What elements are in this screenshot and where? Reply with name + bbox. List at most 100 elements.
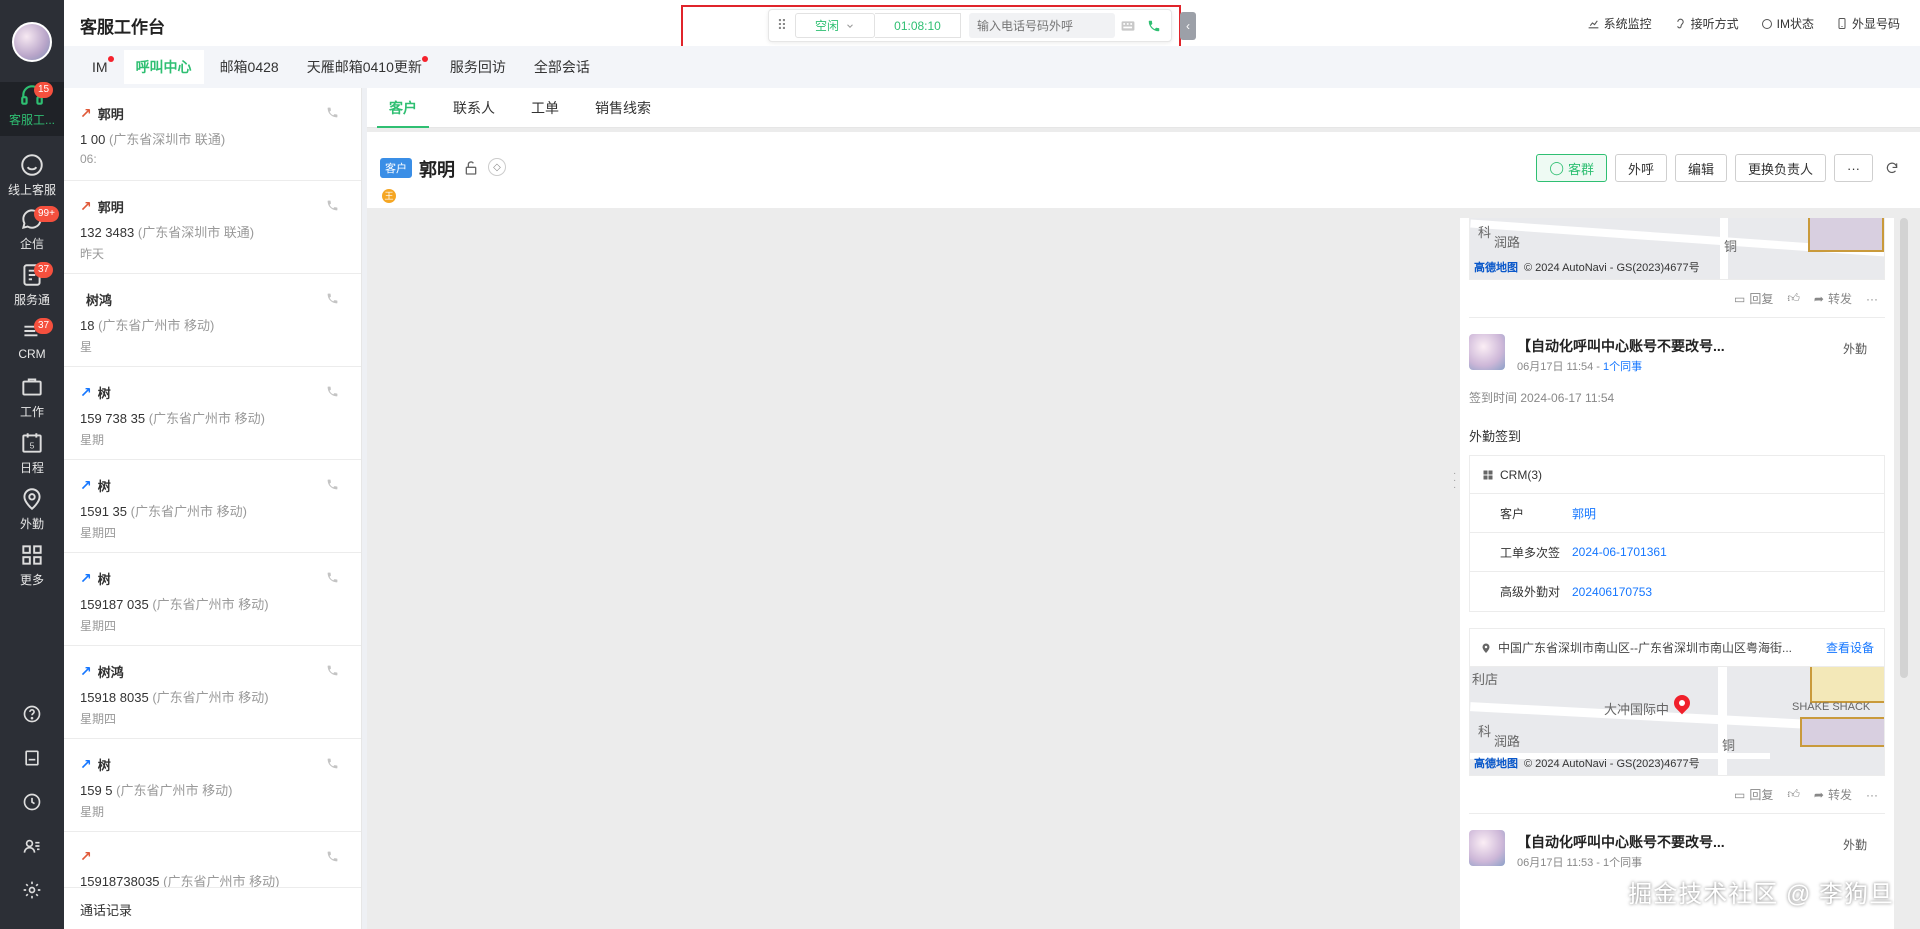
nav-item-field[interactable]: 外勤 <box>0 486 64 540</box>
call-record-item[interactable]: ↗ 树鸿 15918 8035 (广东省广州市 移动) 星期四 <box>64 646 361 739</box>
view-device-link[interactable]: 查看设备 <box>1826 639 1874 656</box>
nav-item-qixin[interactable]: 99+ 企信 <box>0 206 64 260</box>
im-status-button[interactable]: IM状态 <box>1761 15 1814 32</box>
customer-name: 郭明 <box>419 160 455 180</box>
change-owner-button[interactable]: 更换负责人 <box>1734 154 1826 182</box>
map-thumbnail[interactable]: 利店 大冲国际中 SHAKE SHACK 科 润路 铜 高德地图 © 2024 A… <box>1469 666 1885 776</box>
map-thumbnail[interactable]: 科 润路 铜 高德地图 © 2024 AutoNavi - GS(2023)467… <box>1469 218 1885 280</box>
forward-button[interactable]: ➦ 转发 <box>1814 290 1852 307</box>
agent-status-select[interactable]: 空闲 <box>795 13 875 38</box>
nav-item-crm[interactable]: 37 CRM <box>0 318 64 372</box>
phone-icon[interactable] <box>326 385 339 401</box>
left-nav: 15 客服工... 线上客服 99+ 企信 37 服务通 37 CRM 工作 5… <box>0 0 64 929</box>
forward-label: 转发 <box>1827 292 1852 306</box>
call-record-footer[interactable]: 通话记录 <box>64 887 361 929</box>
nav-item-online-service[interactable]: 线上客服 <box>0 152 64 206</box>
share-icon: ➦ <box>1813 291 1824 306</box>
activity-feed: 科 润路 铜 高德地图 © 2024 AutoNavi - GS(2023)467… <box>1460 218 1894 929</box>
chevron-left-icon: ‹ <box>1186 19 1190 33</box>
more-actions-button[interactable]: ··· <box>1834 154 1873 182</box>
call-record-list: ↗ 郭明 1 00 (广东省深圳市 联通) 06: ↗ 郭明 132 3483 (广东省深圳… <box>64 88 362 929</box>
tag-icon[interactable]: ◇ <box>488 158 506 176</box>
call-record-item[interactable]: ↗ 树 159 5 (广东省广州市 移动) 星期 <box>64 739 361 832</box>
contacts-button[interactable] <box>0 826 64 866</box>
phone-icon[interactable] <box>326 199 339 215</box>
customer-group-button[interactable]: ◯ 客群 <box>1536 154 1607 182</box>
call-record-item[interactable]: ↗ 树 1591 35 (广东省广州市 移动) 星期四 <box>64 460 361 553</box>
call-record-item[interactable]: ↗ 郭明 1 00 (广东省深圳市 联通) 06: <box>64 88 361 181</box>
nav-item-work[interactable]: 工作 <box>0 374 64 428</box>
incoming-arrow-icon: ↗ <box>80 477 92 493</box>
call-record-item[interactable]: 树鸿 18 (广东省广州市 移动) 星 <box>64 274 361 367</box>
subtab-tickets[interactable]: 工单 <box>519 88 571 128</box>
collapse-toolbar-button[interactable]: ‹ <box>1180 12 1196 40</box>
reply-button[interactable]: ▭ 回复 <box>1734 290 1773 307</box>
phone-icon[interactable] <box>326 571 339 587</box>
nav-item-service[interactable]: 37 服务通 <box>0 262 64 316</box>
crm-value-link[interactable]: 202406170753 <box>1570 585 1652 599</box>
nav-label: 企信 <box>19 237 44 251</box>
post-title[interactable]: 【自动化呼叫中心账号不要改号... <box>1517 832 1725 852</box>
colleague-link[interactable]: 1个同事 <box>1603 361 1642 373</box>
map-copyright: © 2024 AutoNavi - GS(2023)4677号 <box>1524 262 1700 274</box>
call-record-item[interactable]: ↗ 郭明 132 3483 (广东省深圳市 联通) 昨天 <box>64 181 361 274</box>
call-location: (广东省广州市 移动) <box>130 504 247 519</box>
edit-button[interactable]: 编辑 <box>1674 154 1727 182</box>
user-avatar[interactable] <box>12 22 52 62</box>
map-brand: 高德地图 <box>1474 758 1518 770</box>
tab-tianyan-mailbox[interactable]: 天雁邮箱0410更新 <box>295 50 434 84</box>
display-number-button[interactable]: 外显号码 <box>1836 15 1900 32</box>
notes-button[interactable] <box>0 738 64 778</box>
phone-icon <box>1148 20 1160 31</box>
reply-button[interactable]: ▭ 回复 <box>1734 786 1773 803</box>
phone-icon[interactable] <box>326 664 339 680</box>
author-avatar[interactable] <box>1469 334 1505 370</box>
phone-icon[interactable] <box>326 850 339 866</box>
phone-icon[interactable] <box>326 292 339 308</box>
call-record-item[interactable]: ↗ 树 159 738 35 (广东省广州市 移动) 星期 <box>64 367 361 460</box>
drag-handle-icon[interactable]: ⠿ <box>769 17 795 34</box>
forward-button[interactable]: ➦ 转发 <box>1814 786 1852 803</box>
subtab-customer[interactable]: 客户 <box>377 88 429 128</box>
outbound-call-button[interactable]: 外呼 <box>1614 154 1667 182</box>
nav-item-more[interactable]: 更多 <box>0 542 64 596</box>
tab-im[interactable]: IM <box>80 50 120 84</box>
feed-scrollbar[interactable] <box>1900 218 1908 678</box>
like-button[interactable]: 👍︎ <box>1787 786 1800 803</box>
more-button[interactable]: ··· <box>1866 290 1878 307</box>
subtab-sales-leads[interactable]: 销售线索 <box>583 88 663 128</box>
phone-icon[interactable] <box>326 478 339 494</box>
crm-title: CRM(3) <box>1500 467 1542 482</box>
nav-item-schedule[interactable]: 5 日程 <box>0 430 64 484</box>
refresh-button[interactable] <box>1881 154 1903 182</box>
crm-value-link[interactable]: 2024-06-1701361 <box>1570 545 1667 559</box>
subtab-contacts[interactable]: 联系人 <box>441 88 507 128</box>
crm-value-link[interactable]: 郭明 <box>1570 505 1596 522</box>
crm-key: 客户 <box>1500 506 1525 521</box>
like-button[interactable]: 👍︎ <box>1787 290 1800 307</box>
call-contact-name: 树鸿 <box>86 293 113 308</box>
phone-icon[interactable] <box>326 757 339 773</box>
post-title[interactable]: 【自动化呼叫中心账号不要改号... <box>1517 336 1725 356</box>
resize-handle-icon[interactable]: · · · <box>1453 469 1459 493</box>
tab-call-center[interactable]: 呼叫中心 <box>123 50 204 84</box>
nav-item-workbench[interactable]: 15 客服工... <box>0 82 64 136</box>
keypad-button[interactable] <box>1115 13 1141 38</box>
history-button[interactable] <box>0 782 64 822</box>
tab-mailbox-0428[interactable]: 邮箱0428 <box>208 50 291 84</box>
call-record-item[interactable]: ↗ 树 159187 035 (广东省广州市 移动) 星期四 <box>64 553 361 646</box>
crm-key: 高级外勤对象 <box>1500 585 1560 599</box>
tab-all-sessions[interactable]: 全部会话 <box>522 50 602 84</box>
phone-icon[interactable] <box>326 106 339 122</box>
call-location: (广东省广州市 移动) <box>98 318 215 333</box>
help-button[interactable] <box>0 694 64 734</box>
system-monitor-button[interactable]: 系统监控 <box>1587 15 1652 32</box>
unlock-icon[interactable] <box>463 160 479 179</box>
answer-mode-button[interactable]: 接听方式 <box>1674 15 1739 32</box>
author-avatar[interactable] <box>1469 830 1505 866</box>
more-button[interactable]: ··· <box>1866 786 1878 803</box>
dial-call-button[interactable] <box>1141 13 1167 38</box>
settings-button[interactable] <box>0 870 64 910</box>
dial-input[interactable] <box>969 13 1115 38</box>
tab-service-followup[interactable]: 服务回访 <box>438 50 518 84</box>
